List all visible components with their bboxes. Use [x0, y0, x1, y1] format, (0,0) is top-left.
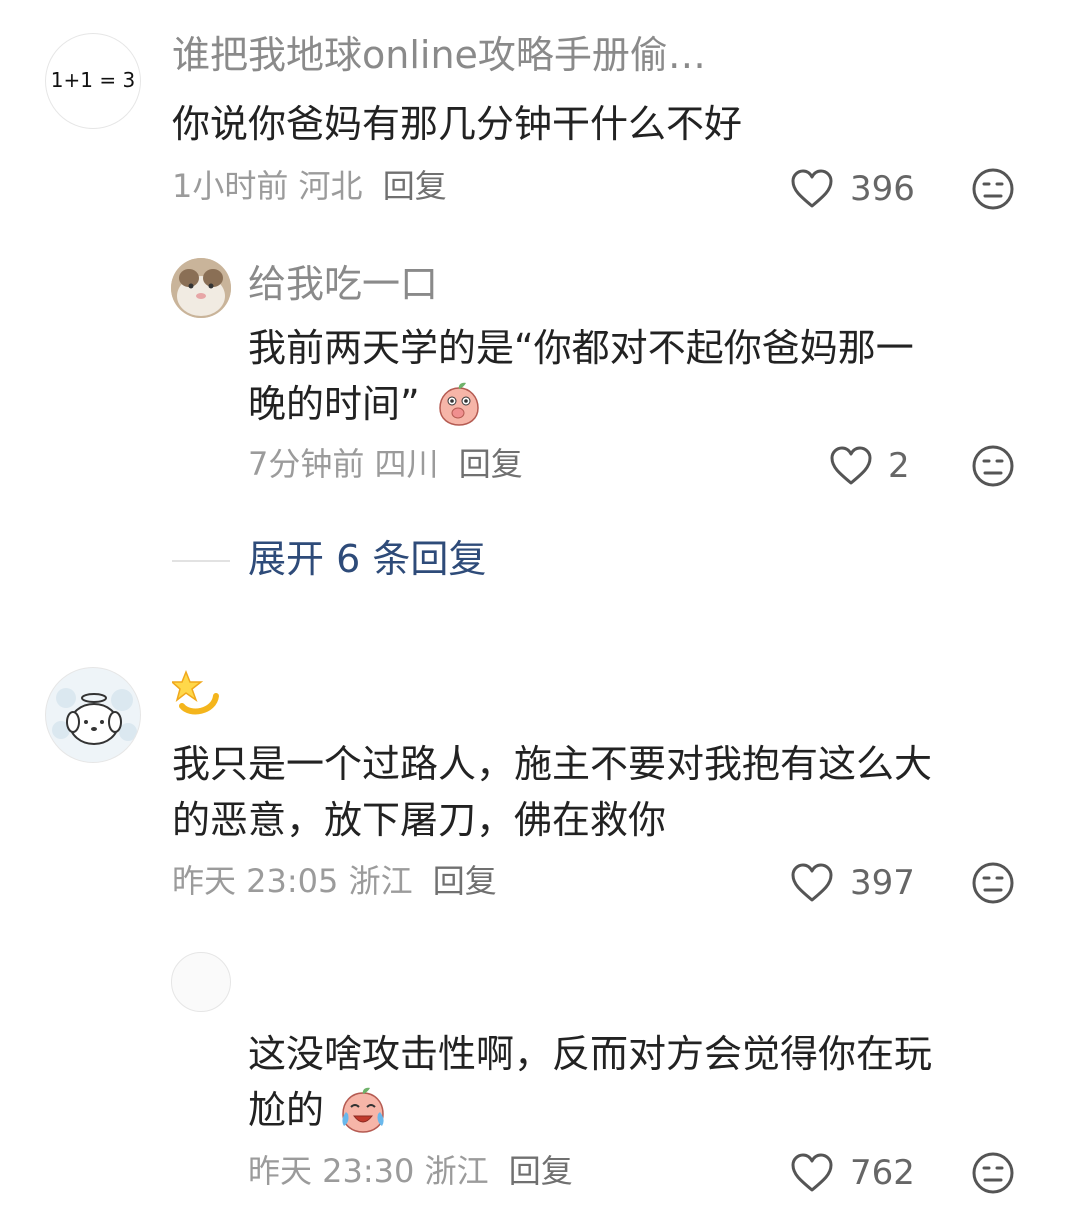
avatar[interactable]	[171, 258, 231, 318]
comment-username[interactable]: 给我吃一口	[248, 265, 438, 303]
like-count: 2	[888, 446, 910, 486]
comment-text-line: 我只是一个过路人，施主不要对我抱有这么大	[172, 742, 933, 786]
like-count: 397	[850, 863, 915, 903]
comment-time: 1小时前	[172, 167, 289, 205]
comment-time: 昨天 23:30	[248, 1152, 415, 1190]
peach-shy-icon	[439, 382, 479, 426]
dizzy-star-icon	[172, 669, 219, 715]
comment-text-line: 晚的时间”	[248, 376, 482, 432]
avatar[interactable]: 1+1 = 3	[45, 33, 141, 129]
like-count: 762	[850, 1153, 915, 1193]
peach-laugh-cry-icon	[342, 1087, 384, 1133]
expand-replies-button[interactable]: 展开 6 条回复	[248, 540, 486, 578]
comment-text-line2: 尬的	[248, 1088, 325, 1132]
heart-icon[interactable]	[790, 1152, 834, 1194]
avatar-text: 1+1 = 3	[50, 68, 136, 92]
dislike-face-icon[interactable]	[971, 861, 1015, 905]
reply-button[interactable]: 回复	[509, 1152, 573, 1190]
heart-icon[interactable]	[790, 862, 834, 904]
comment-text-line: 的恶意，放下屠刀，佛在救你	[172, 798, 667, 842]
comment-meta: 1小时前 河北 回复	[172, 170, 447, 202]
comment-time: 7分钟前	[248, 445, 365, 483]
reply-button[interactable]: 回复	[433, 862, 497, 900]
comment-username[interactable]: 谁把我地球online攻略手册偷…	[172, 36, 706, 74]
comment-location: 河北	[298, 167, 363, 205]
dislike-face-icon[interactable]	[971, 1151, 1015, 1195]
angel-dog-avatar-image	[52, 688, 137, 745]
expand-divider	[172, 560, 230, 562]
dislike-face-icon[interactable]	[971, 167, 1015, 211]
avatar[interactable]	[45, 667, 141, 763]
comment-text-line: 我前两天学的是“你都对不起你爸妈那一	[248, 326, 914, 370]
comment-text: 你说你爸妈有那几分钟干什么不好	[172, 102, 743, 146]
comment-location: 浙江	[348, 862, 413, 900]
comment-meta: 昨天 23:30 浙江 回复	[248, 1155, 573, 1187]
comment-time: 昨天 23:05	[172, 862, 339, 900]
comment-meta: 昨天 23:05 浙江 回复	[172, 865, 497, 897]
comment-location: 四川	[374, 445, 439, 483]
comment-text-line: 尬的	[248, 1082, 388, 1138]
comment-text-line: 这没啥攻击性啊，反而对方会觉得你在玩	[248, 1032, 933, 1076]
dislike-face-icon[interactable]	[971, 444, 1015, 488]
reply-button[interactable]: 回复	[459, 445, 523, 483]
heart-icon[interactable]	[829, 445, 873, 487]
like-count: 396	[850, 169, 915, 209]
reply-button[interactable]: 回复	[383, 167, 447, 205]
heart-icon[interactable]	[790, 168, 834, 210]
avatar[interactable]	[171, 952, 231, 1012]
comment-location: 浙江	[424, 1152, 489, 1190]
comment-text-line2: 晚的时间”	[248, 382, 420, 426]
comment-meta: 7分钟前 四川 回复	[248, 448, 523, 480]
cat-avatar-image	[171, 258, 231, 318]
